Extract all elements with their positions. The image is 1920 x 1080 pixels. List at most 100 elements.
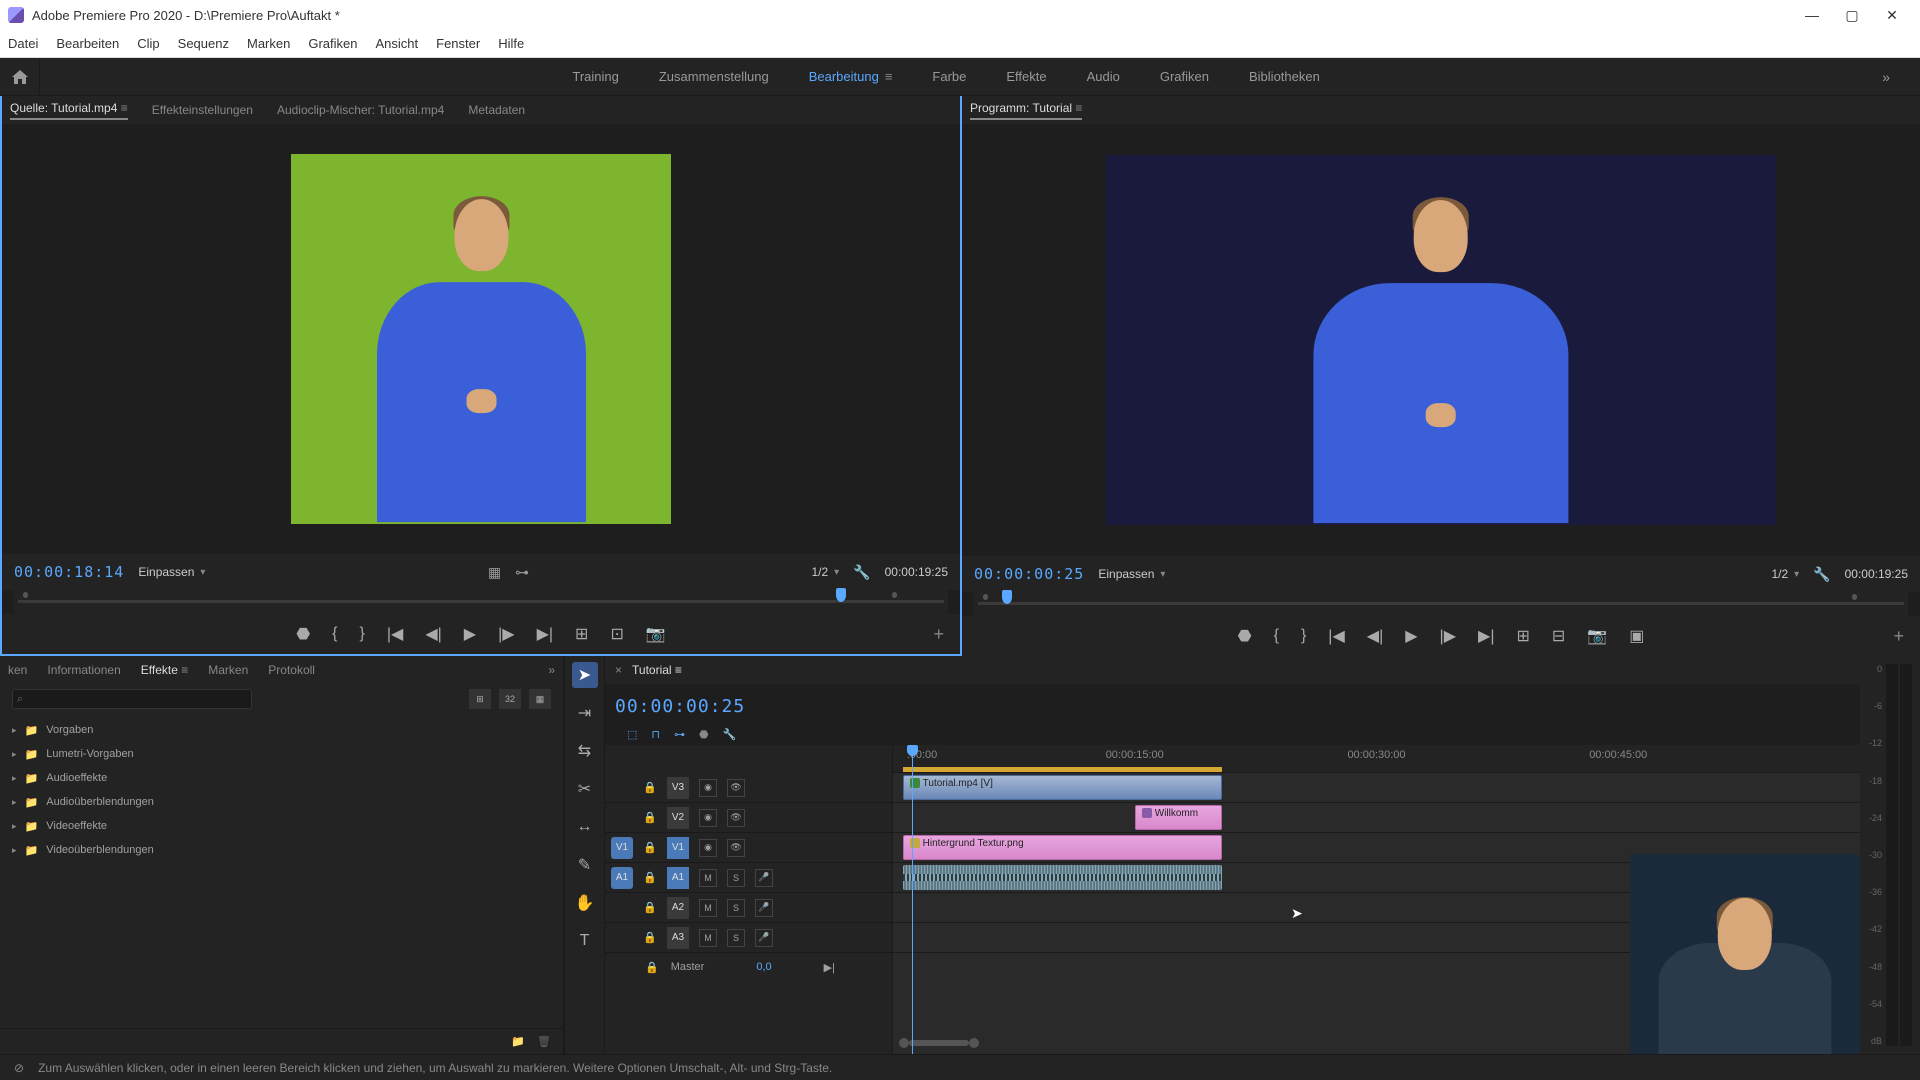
new-bin-icon[interactable]: 📁 — [511, 1035, 525, 1048]
timeline-playhead[interactable] — [912, 745, 913, 1054]
tree-item-audioeffekte[interactable]: ▸📁Audioeffekte — [8, 766, 555, 790]
snap-icon[interactable]: ⊓ — [651, 728, 660, 741]
overwrite-icon[interactable]: ⊡ — [610, 624, 623, 644]
track-header-a3[interactable]: 🔒A3MS🎤 — [605, 923, 892, 953]
program-scrub-bar[interactable] — [974, 592, 1908, 616]
wrench-icon[interactable]: 🔧 — [1813, 566, 1830, 583]
comparison-view-icon[interactable]: ▣ — [1629, 626, 1644, 646]
effects-search-input[interactable]: ⌕ — [12, 689, 252, 709]
menu-datei[interactable]: Datei — [8, 36, 38, 51]
tree-item-vorgaben[interactable]: ▸📁Vorgaben — [8, 718, 555, 742]
workspace-farbe[interactable]: Farbe — [932, 69, 966, 84]
step-back-icon[interactable]: ◀| — [425, 624, 441, 644]
pen-tool[interactable]: ✎ — [572, 852, 598, 878]
track-header-v1[interactable]: V1🔒V1◉👁 — [605, 833, 892, 863]
tab-program[interactable]: Programm: Tutorial ≡ — [970, 101, 1082, 120]
drag-video-icon[interactable]: ▦ — [488, 564, 501, 581]
timeline-settings-icon[interactable]: 🔧 — [723, 728, 737, 741]
export-frame-icon[interactable]: 📷 — [646, 624, 666, 644]
clip-willkomm[interactable]: Willkomm — [1135, 805, 1222, 830]
play-icon[interactable]: ▶ — [464, 624, 476, 644]
zoom-scrollbar[interactable] — [909, 1040, 969, 1046]
track-header-a2[interactable]: 🔒A2MS🎤 — [605, 893, 892, 923]
program-monitor-view[interactable] — [962, 124, 1920, 556]
mark-in-icon[interactable]: { — [1274, 627, 1279, 645]
source-res-select[interactable]: 1/2▾ — [811, 565, 839, 579]
tab-metadata[interactable]: Metadaten — [468, 103, 525, 117]
32bit-icon[interactable]: 32 — [499, 689, 521, 709]
track-v2[interactable]: Willkomm — [893, 803, 1860, 833]
workspace-overflow-icon[interactable]: » — [1882, 69, 1890, 85]
tree-item-videoeffekte[interactable]: ▸📁Videoeffekte — [8, 814, 555, 838]
workspace-zusammenstellung[interactable]: Zusammenstellung — [659, 69, 769, 84]
drag-audio-icon[interactable]: ⊶ — [515, 564, 529, 581]
go-to-out-icon[interactable]: ▶| — [537, 624, 553, 644]
source-scrub-bar[interactable] — [14, 590, 948, 614]
timeline-timecode[interactable]: 00:00:00:25 — [615, 696, 745, 717]
track-select-tool[interactable]: ⇥ — [572, 700, 598, 726]
button-editor-icon[interactable]: + — [933, 624, 944, 645]
menu-grafiken[interactable]: Grafiken — [308, 36, 357, 51]
menu-fenster[interactable]: Fenster — [436, 36, 480, 51]
ripple-edit-tool[interactable]: ⇆ — [572, 738, 598, 764]
track-header-master[interactable]: 🔒Master0,0▶| — [605, 953, 892, 981]
workspace-audio[interactable]: Audio — [1087, 69, 1120, 84]
workspace-bibliotheken[interactable]: Bibliotheken — [1249, 69, 1320, 84]
insert-icon[interactable]: ⊞ — [575, 624, 588, 644]
tab-source[interactable]: Quelle: Tutorial.mp4 ≡ — [10, 101, 128, 120]
step-forward-icon[interactable]: |▶ — [498, 624, 514, 644]
mark-out-icon[interactable]: } — [360, 625, 365, 643]
step-forward-icon[interactable]: |▶ — [1440, 626, 1456, 646]
tab-effect-controls[interactable]: Effekteinstellungen — [152, 103, 253, 117]
tab-audio-mixer[interactable]: Audioclip-Mischer: Tutorial.mp4 — [277, 103, 444, 117]
clip-hintergrund[interactable]: Hintergrund Textur.png — [903, 835, 1222, 860]
track-header-v2[interactable]: 🔒V2◉👁 — [605, 803, 892, 833]
workspace-training[interactable]: Training — [572, 69, 618, 84]
step-back-icon[interactable]: ◀| — [1367, 626, 1383, 646]
hand-tool[interactable]: ✋ — [572, 890, 598, 916]
home-button[interactable] — [0, 58, 40, 95]
close-sequence-icon[interactable]: × — [615, 663, 622, 677]
menu-marken[interactable]: Marken — [247, 36, 290, 51]
menu-bearbeiten[interactable]: Bearbeiten — [56, 36, 119, 51]
menu-sequenz[interactable]: Sequenz — [178, 36, 229, 51]
source-zoom-select[interactable]: Einpassen▾ — [138, 565, 205, 579]
program-timecode[interactable]: 00:00:00:25 — [974, 565, 1084, 583]
workspace-effekte[interactable]: Effekte — [1006, 69, 1046, 84]
tree-item-lumetri[interactable]: ▸📁Lumetri-Vorgaben — [8, 742, 555, 766]
mark-out-icon[interactable]: } — [1301, 627, 1306, 645]
delete-icon[interactable]: 🗑 — [537, 1035, 551, 1048]
menu-ansicht[interactable]: Ansicht — [375, 36, 418, 51]
wrench-icon[interactable]: 🔧 — [853, 564, 870, 581]
tab-effekte[interactable]: Effekte ≡ — [141, 663, 189, 677]
button-editor-icon[interactable]: + — [1893, 626, 1904, 647]
play-icon[interactable]: ▶ — [1405, 626, 1417, 646]
tab-marken[interactable]: Marken — [208, 663, 248, 677]
tree-item-videoueberblendungen[interactable]: ▸📁Videoüberblendungen — [8, 838, 555, 862]
slip-tool[interactable]: ↔ — [572, 814, 598, 840]
clip-audio-a1[interactable] — [903, 865, 1222, 890]
razor-tool[interactable]: ✂ — [572, 776, 598, 802]
add-marker-icon[interactable]: ⬣ — [296, 624, 310, 644]
program-zoom-select[interactable]: Einpassen▾ — [1098, 567, 1165, 581]
tab-protokoll[interactable]: Protokoll — [268, 663, 315, 677]
track-header-a1[interactable]: A1🔒A1MS🎤 — [605, 863, 892, 893]
go-to-out-icon[interactable]: ▶| — [1478, 626, 1494, 646]
sequence-tab[interactable]: Tutorial ≡ — [632, 663, 682, 677]
tree-item-audioueberblendungen[interactable]: ▸📁Audioüberblendungen — [8, 790, 555, 814]
maximize-button[interactable]: ▢ — [1832, 7, 1872, 24]
yuv-icon[interactable]: ▦ — [529, 689, 551, 709]
export-frame-icon[interactable]: 📷 — [1587, 626, 1607, 646]
go-to-in-icon[interactable]: |◀ — [387, 624, 403, 644]
menu-hilfe[interactable]: Hilfe — [498, 36, 524, 51]
selection-tool[interactable]: ➤ — [572, 662, 598, 688]
workspace-bearbeitung[interactable]: Bearbeitung — [809, 69, 893, 84]
type-tool[interactable]: T — [572, 928, 598, 954]
source-monitor-view[interactable] — [2, 124, 960, 554]
close-button[interactable]: ✕ — [1872, 7, 1912, 24]
source-timecode[interactable]: 00:00:18:14 — [14, 563, 124, 581]
minimize-button[interactable]: — — [1792, 7, 1832, 23]
go-to-in-icon[interactable]: |◀ — [1328, 626, 1344, 646]
panel-overflow-icon[interactable]: » — [548, 663, 555, 677]
menu-clip[interactable]: Clip — [137, 36, 159, 51]
